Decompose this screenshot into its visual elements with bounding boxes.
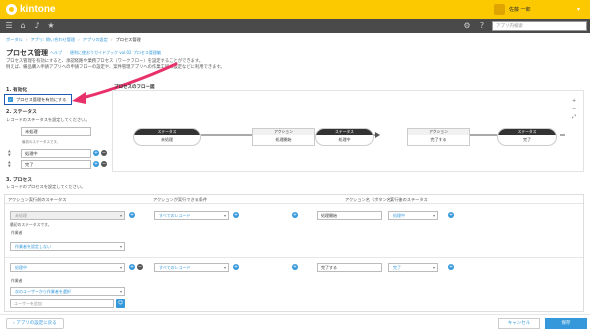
node-label: 処理開始 (275, 137, 292, 142)
remove-status-button[interactable]: − (101, 150, 107, 156)
initial-status-note: 最初のステータスです。 (10, 222, 52, 227)
condition-select[interactable]: すべてのレコード (154, 263, 229, 272)
flow-status-node[interactable]: ステータス 未処理 (133, 128, 201, 146)
save-button[interactable]: 保存 (545, 318, 587, 329)
remove-status-button[interactable]: − (101, 161, 107, 167)
node-label: 未処理 (161, 137, 173, 142)
flow-action-node[interactable]: アクション 完了する (407, 128, 470, 146)
flow-status-node[interactable]: ステータス 完了 (497, 128, 557, 146)
after-status-select[interactable]: 完了 (388, 263, 438, 272)
add-condition-row-button[interactable]: + (292, 264, 298, 270)
add-process-button[interactable]: + (129, 264, 135, 270)
after-status-select[interactable]: 処理中 (388, 211, 438, 220)
flow-action-node[interactable]: アクション 処理開始 (252, 128, 315, 146)
back-label: アプリの設定に戻る (16, 321, 57, 326)
before-status-select[interactable]: 未処理 (10, 211, 125, 220)
user-add-input[interactable]: ユーザーを追加 (10, 299, 114, 308)
fit-screen-icon[interactable]: ⤢ (572, 114, 576, 120)
action-name-input[interactable]: 処理開始 (317, 211, 382, 220)
add-action-button[interactable]: + (448, 212, 454, 218)
user-picker-icon[interactable]: ☺ (116, 299, 125, 308)
section-status-title: 2. ステータス (6, 110, 37, 115)
assignee-select[interactable]: 作業者を設定しない (10, 242, 125, 251)
assignee-label: 作業者 (11, 230, 23, 235)
status-input[interactable]: 未処理 (21, 127, 91, 136)
process-description: レコードのプロセスを設定してください。 (6, 184, 86, 189)
flow-status-node[interactable]: ステータス 処理中 (315, 128, 374, 146)
assignee-select[interactable]: 次のユーザーから作業者を選択 (10, 287, 125, 296)
reorder-icon[interactable]: ▲ ▼ (8, 149, 12, 158)
add-status-button[interactable]: + (93, 150, 99, 156)
add-condition-button[interactable]: + (233, 264, 239, 270)
header-divider (5, 203, 583, 204)
zoom-in-icon[interactable]: + (572, 98, 576, 104)
condition-select[interactable]: すべてのレコード (154, 211, 229, 220)
initial-status-note: 最初のステータスです。 (22, 140, 61, 144)
assignee-label: 作業者 (11, 278, 23, 283)
add-condition-row-button[interactable]: + (292, 212, 298, 218)
cancel-button[interactable]: キャンセル (498, 318, 540, 329)
footer-bar: ‹ アプリの設定に戻る キャンセル 保存 (0, 314, 590, 331)
before-status-select[interactable]: 処理中 (10, 263, 125, 272)
status-input[interactable]: 処理中 (21, 149, 91, 158)
node-label: 処理中 (338, 137, 351, 142)
back-to-app-settings-button[interactable]: ‹ アプリの設定に戻る (6, 318, 64, 329)
add-status-button[interactable]: + (93, 161, 99, 167)
status-description: レコードのステータスを設定してください。 (6, 117, 90, 122)
status-input[interactable]: 完了 (21, 160, 91, 169)
section-process-title: 3. プロセス (6, 178, 33, 183)
add-process-button[interactable]: + (129, 212, 135, 218)
node-label: 完了 (523, 137, 531, 142)
remove-process-button[interactable]: − (137, 264, 143, 270)
add-condition-button[interactable]: + (233, 212, 239, 218)
reorder-icon[interactable]: ▲ ▼ (8, 160, 12, 169)
add-action-button[interactable]: + (448, 264, 454, 270)
node-label: 完了する (430, 137, 447, 142)
zoom-out-icon[interactable]: − (572, 106, 576, 112)
row-divider (5, 257, 583, 258)
action-name-input[interactable]: 完了する (317, 263, 382, 272)
